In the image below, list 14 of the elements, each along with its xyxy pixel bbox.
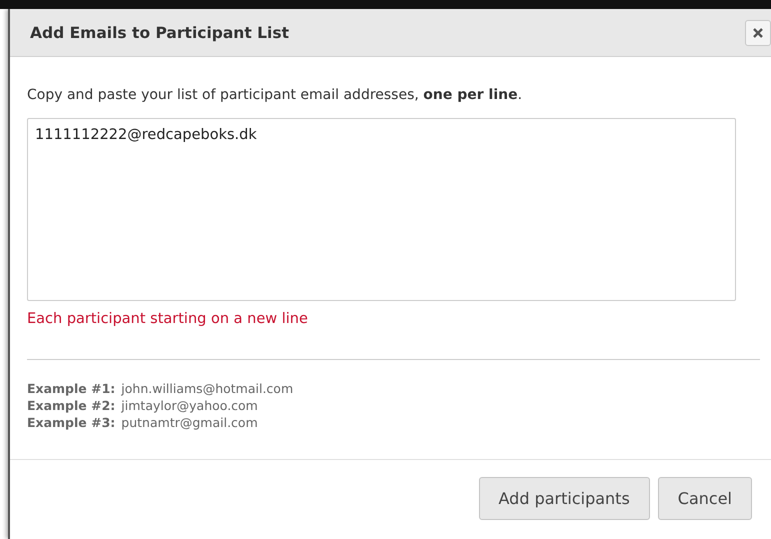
close-icon [753, 28, 763, 38]
emails-field[interactable]: 1111112222@redcapeboks.dk [27, 118, 736, 301]
cancel-button[interactable]: Cancel [658, 477, 752, 520]
close-button[interactable] [745, 20, 771, 46]
dialog-title: Add Emails to Participant List [30, 24, 289, 42]
example-email: john.williams@hotmail.com [121, 381, 294, 396]
example-label: Example #2: [27, 398, 116, 413]
instructions-text: Copy and paste your list of participant email addresses, one per line. [27, 87, 524, 103]
example-label: Example #3: [27, 415, 116, 430]
example-email: jimtaylor@yahoo.com [121, 398, 258, 413]
add-participants-button[interactable]: Add participants [478, 477, 650, 520]
example-email: putnamtr@gmail.com [121, 415, 258, 430]
error-message: Each participant starting on a new line [27, 311, 309, 327]
example-label: Example #1: [27, 381, 116, 396]
